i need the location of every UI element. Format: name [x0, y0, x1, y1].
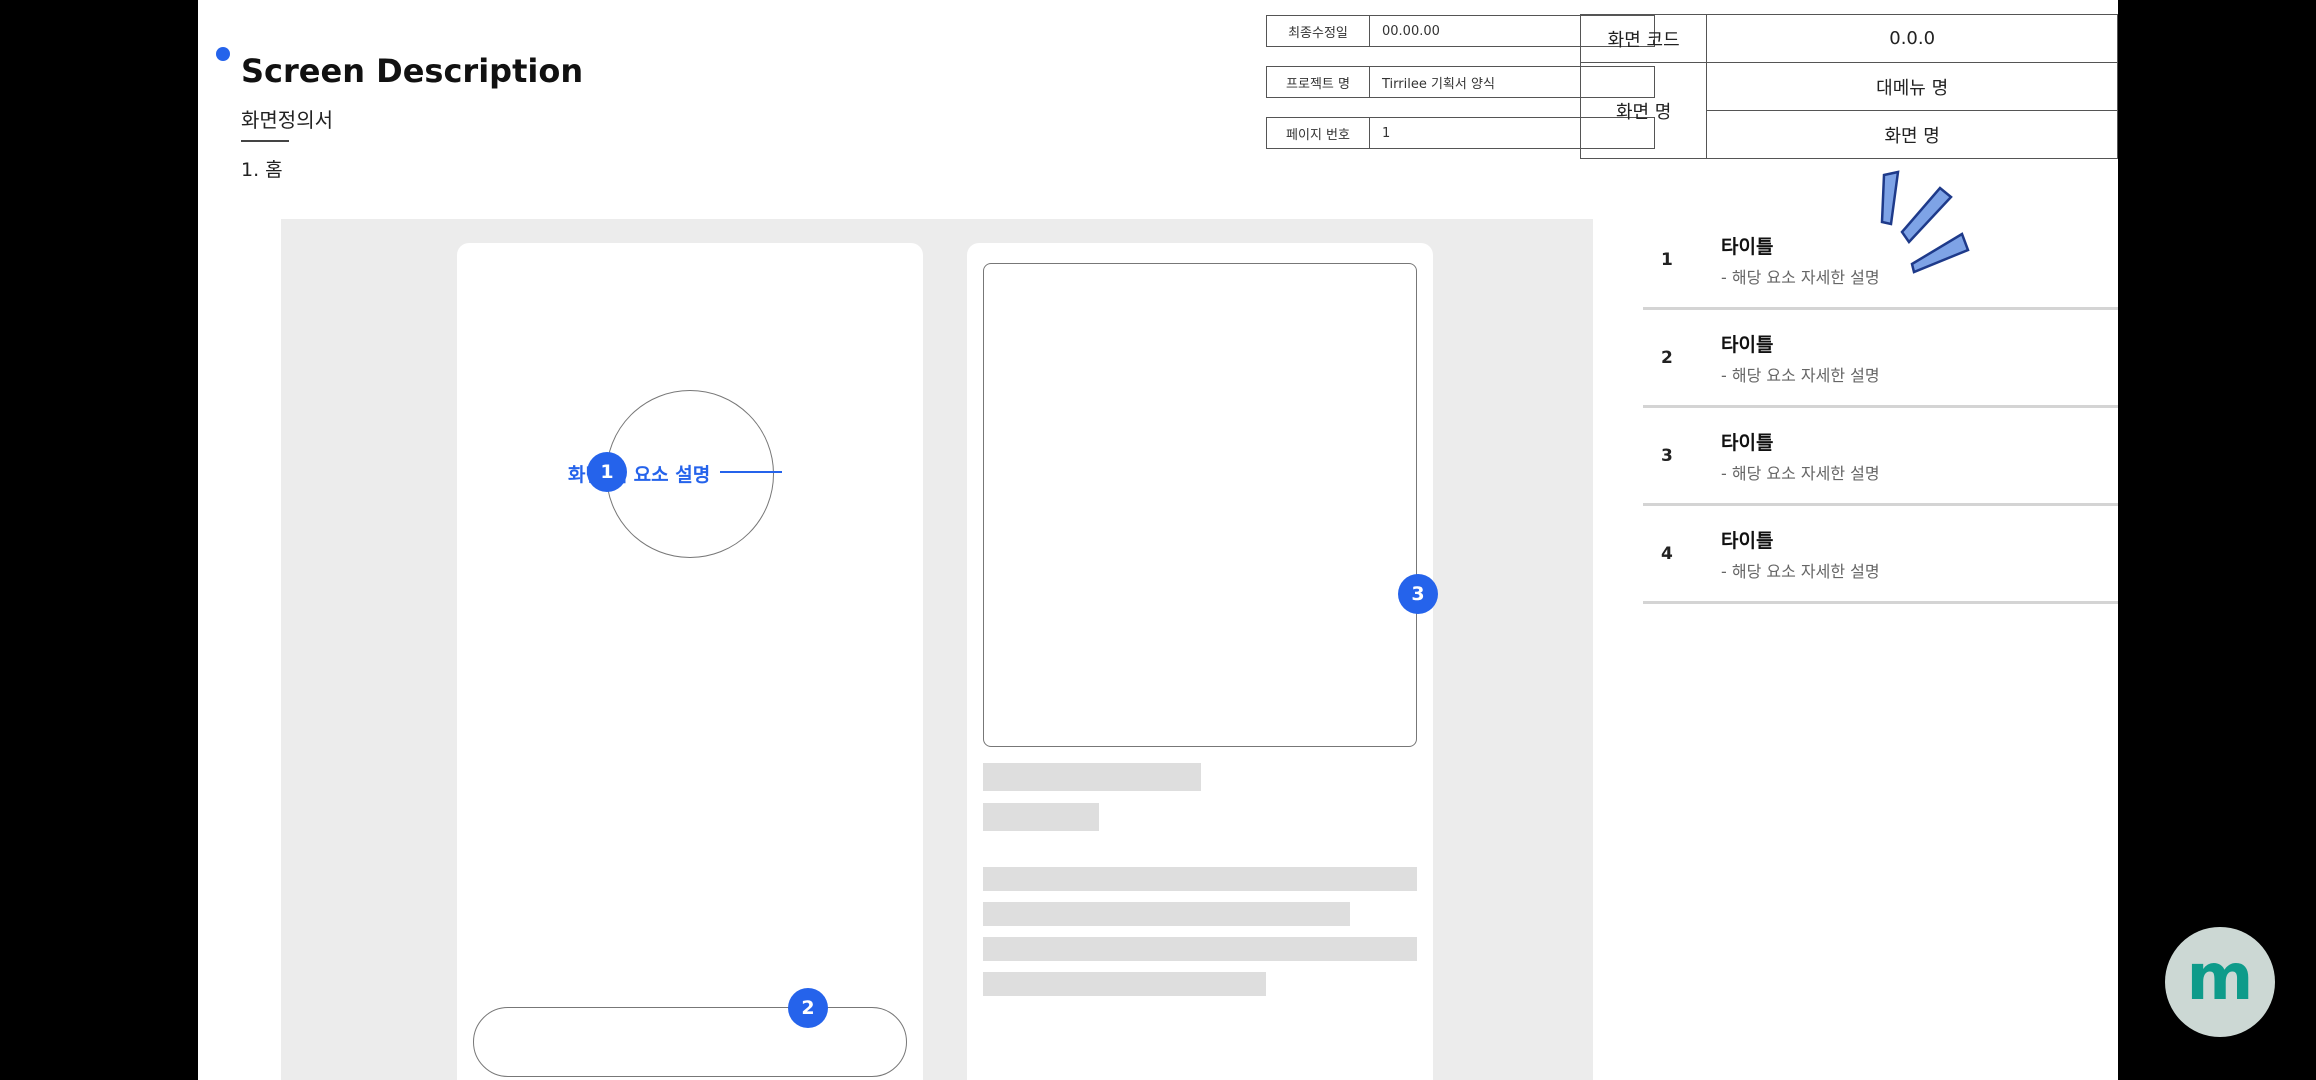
page-number-label: 페이지 번호	[1266, 117, 1370, 149]
description-text: - 해당 요소 자세한 설명	[1721, 562, 1880, 581]
description-title: 타이틀	[1721, 432, 1774, 454]
m-logo-icon: m	[2186, 941, 2254, 1015]
bottom-input-placeholder	[473, 1007, 907, 1077]
section-label: 1. 홈	[241, 159, 283, 181]
title-bullet	[216, 47, 230, 61]
menu-name-value: 대메뉴 명	[1706, 62, 2118, 111]
text-placeholder	[983, 867, 1417, 891]
description-row: 3 타이틀 - 해당 요소 자세한 설명	[1643, 408, 2118, 506]
callout-arrow-line	[720, 471, 782, 473]
sparkle-icon	[1880, 170, 1970, 274]
m-logo-button[interactable]: m	[2165, 927, 2275, 1037]
phone-screen-detail	[967, 243, 1433, 1080]
page-title: Screen Description	[241, 52, 584, 90]
screen-code-value: 0.0.0	[1706, 14, 2118, 63]
description-row: 2 타이틀 - 해당 요소 자세한 설명	[1643, 310, 2118, 408]
screen-name-value: 화면 명	[1706, 110, 2118, 159]
updated-label: 최종수정일	[1266, 15, 1370, 47]
text-placeholder	[983, 902, 1350, 926]
text-placeholder	[983, 937, 1417, 961]
description-text: - 해당 요소 자세한 설명	[1721, 464, 1880, 483]
text-placeholder	[983, 803, 1099, 831]
image-placeholder	[983, 263, 1417, 747]
page-subtitle: 화면정의서	[241, 108, 333, 132]
document-sheet: Screen Description 화면정의서 1. 홈 최종수정일 00.0…	[198, 0, 2118, 1080]
description-text: - 해당 요소 자세한 설명	[1721, 366, 1880, 385]
description-title: 타이틀	[1721, 530, 1774, 552]
text-placeholder	[983, 763, 1201, 791]
description-number: 1	[1661, 250, 1673, 270]
screen-name-label: 화면 명	[1579, 62, 1708, 159]
project-label: 프로젝트 명	[1266, 66, 1370, 98]
description-text: - 해당 요소 자세한 설명	[1721, 268, 1880, 287]
description-row: 4 타이틀 - 해당 요소 자세한 설명	[1643, 506, 2118, 604]
description-title: 타이틀	[1721, 334, 1774, 356]
wireframe-canvas	[281, 219, 1593, 1080]
description-title: 타이틀	[1721, 236, 1774, 258]
marker-3: 3	[1398, 574, 1438, 614]
description-number: 3	[1661, 446, 1673, 466]
subtitle-underline	[241, 140, 289, 142]
description-number: 4	[1661, 544, 1673, 564]
text-placeholder	[983, 972, 1266, 996]
description-number: 2	[1661, 348, 1673, 368]
screen-info-table: 화면 코드 0.0.0 화면 명 대메뉴 명 화면 명	[1579, 14, 2118, 159]
marker-2: 2	[788, 988, 828, 1028]
screen-code-label: 화면 코드	[1579, 14, 1708, 63]
marker-1: 1	[587, 452, 627, 492]
phone-screen-home	[457, 243, 923, 1080]
